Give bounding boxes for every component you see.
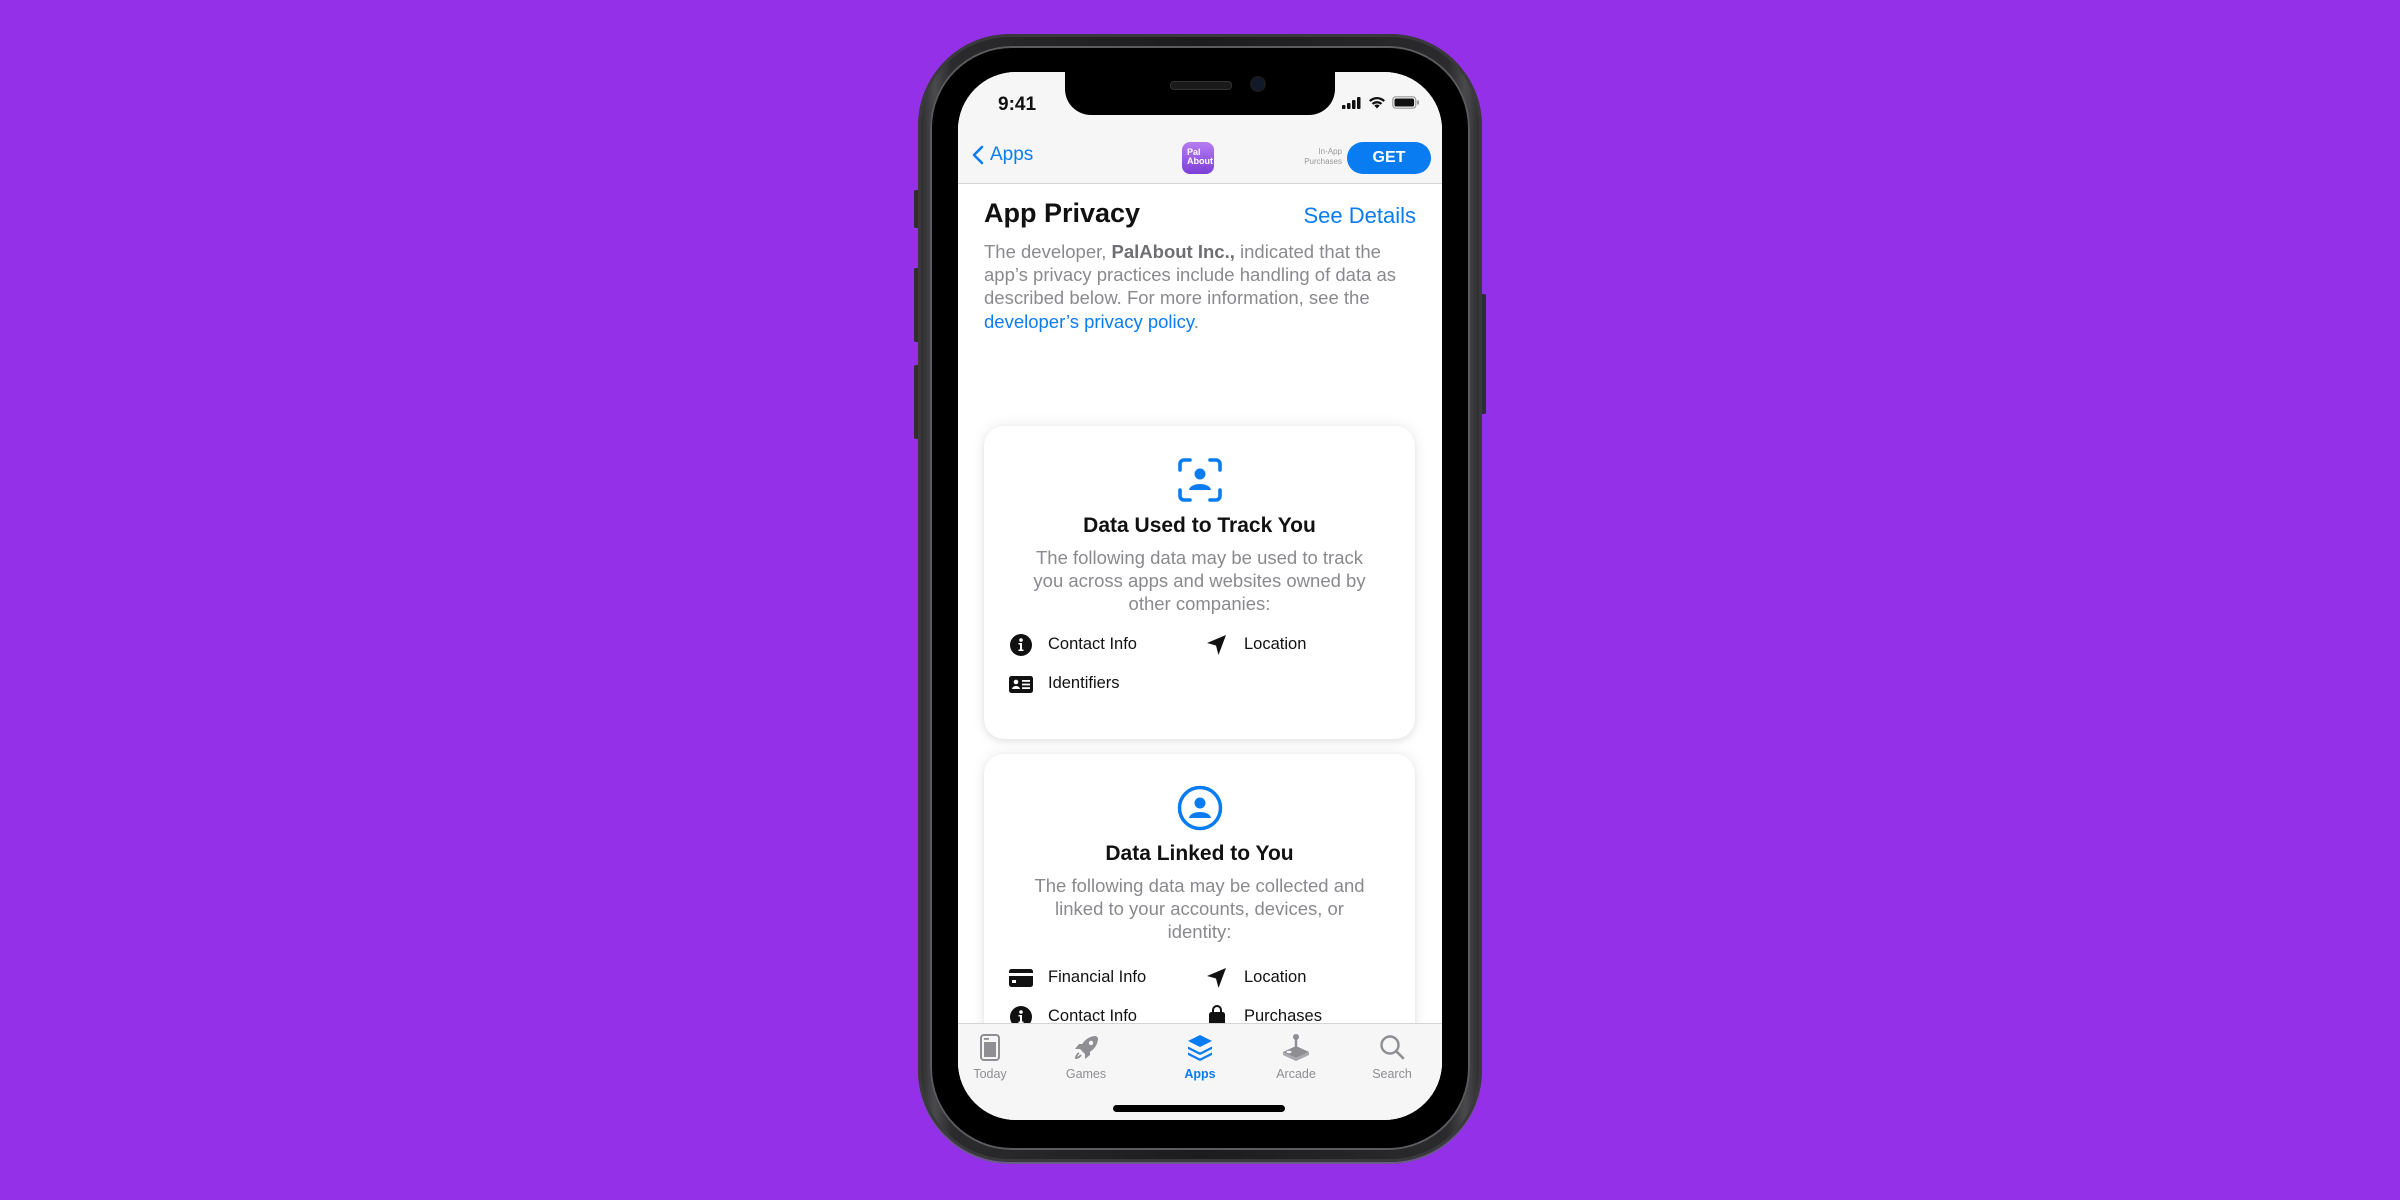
item-label: Contact Info bbox=[1048, 635, 1137, 653]
tab-label: Arcade bbox=[1276, 1067, 1316, 1081]
desc-suffix: . bbox=[1193, 310, 1199, 332]
today-icon bbox=[980, 1034, 1000, 1061]
chevron-left-icon bbox=[972, 145, 984, 165]
data-type-financial-info: Financial Info bbox=[1008, 965, 1204, 990]
item-label: Location bbox=[1244, 968, 1307, 986]
card-subtitle: The following data may be collected and … bbox=[1034, 875, 1365, 943]
tab-games[interactable]: Games bbox=[1046, 1032, 1126, 1081]
tab-today[interactable]: Today bbox=[958, 1032, 1030, 1081]
in-app-purchases-note: In-App Purchases bbox=[1304, 147, 1342, 167]
tab-label: Apps bbox=[1184, 1067, 1216, 1081]
home-indicator[interactable] bbox=[1113, 1105, 1285, 1112]
tab-apps[interactable]: Apps bbox=[1160, 1032, 1240, 1081]
card-title: Data Linked to You bbox=[1105, 842, 1294, 865]
get-button[interactable]: GET bbox=[1347, 142, 1431, 174]
search-icon bbox=[1380, 1035, 1405, 1060]
wifi-icon bbox=[1369, 97, 1385, 109]
tab-search[interactable]: Search bbox=[1352, 1032, 1432, 1081]
joystick-icon bbox=[1283, 1034, 1309, 1061]
privacy-policy-link[interactable]: developer’s privacy policy bbox=[984, 311, 1194, 332]
apps-stack-icon bbox=[1188, 1035, 1212, 1061]
notch bbox=[1065, 72, 1335, 115]
item-label: Location bbox=[1244, 635, 1307, 653]
desc-prefix: The developer, bbox=[984, 241, 1112, 262]
cellular-signal-icon bbox=[1342, 96, 1361, 109]
see-details-link[interactable]: See Details bbox=[1303, 203, 1416, 229]
data-type-location: Location bbox=[1204, 965, 1398, 990]
privacy-card-track[interactable]: Data Used to Track You The following dat… bbox=[984, 426, 1415, 739]
data-type-list: Contact Info Location Identifiers bbox=[1008, 632, 1398, 696]
in-app-line2: Purchases bbox=[1304, 157, 1342, 166]
status-icons bbox=[1342, 96, 1420, 109]
speaker-grille bbox=[1170, 81, 1232, 90]
back-button[interactable]: Apps bbox=[972, 144, 1033, 166]
back-label: Apps bbox=[990, 144, 1034, 165]
status-time: 9:41 bbox=[998, 94, 1037, 115]
section-title: App Privacy bbox=[984, 198, 1141, 228]
app-icon[interactable]: Pal About bbox=[1182, 142, 1214, 174]
app-icon-line2: About bbox=[1187, 156, 1213, 166]
credit-card-icon bbox=[1009, 968, 1033, 987]
privacy-description: The developer, PalAbout Inc., indicated … bbox=[984, 240, 1414, 333]
card-title: Data Used to Track You bbox=[1083, 514, 1316, 537]
tracking-person-icon bbox=[1177, 458, 1222, 502]
info-icon bbox=[1010, 633, 1032, 656]
item-label: Financial Info bbox=[1048, 968, 1147, 986]
tab-label: Today bbox=[973, 1067, 1007, 1081]
location-arrow-icon bbox=[1207, 967, 1226, 988]
in-app-line1: In-App bbox=[1318, 147, 1342, 156]
location-arrow-icon bbox=[1207, 634, 1226, 655]
card-subtitle: The following data may be used to track … bbox=[1033, 547, 1366, 615]
data-type-contact-info: Contact Info bbox=[1008, 632, 1204, 657]
tab-label: Games bbox=[1065, 1067, 1107, 1081]
phone-screen: 9:41 Apps Pal About In-App Purchases GET… bbox=[958, 72, 1442, 1120]
rocket-icon bbox=[1075, 1036, 1098, 1059]
scroll-content[interactable]: App Privacy See Details The developer, P… bbox=[958, 184, 1442, 1096]
item-label: Identifiers bbox=[1048, 674, 1120, 692]
tab-arcade[interactable]: Arcade bbox=[1256, 1032, 1336, 1081]
battery-icon bbox=[1392, 96, 1419, 109]
data-type-location: Location bbox=[1204, 632, 1398, 657]
developer-name: PalAbout Inc., bbox=[1111, 241, 1235, 262]
person-circle-icon bbox=[1177, 785, 1222, 831]
tab-label: Search bbox=[1372, 1067, 1412, 1081]
id-card-icon bbox=[1009, 675, 1033, 693]
front-camera bbox=[1252, 78, 1264, 90]
data-type-identifiers: Identifiers bbox=[1008, 671, 1204, 696]
